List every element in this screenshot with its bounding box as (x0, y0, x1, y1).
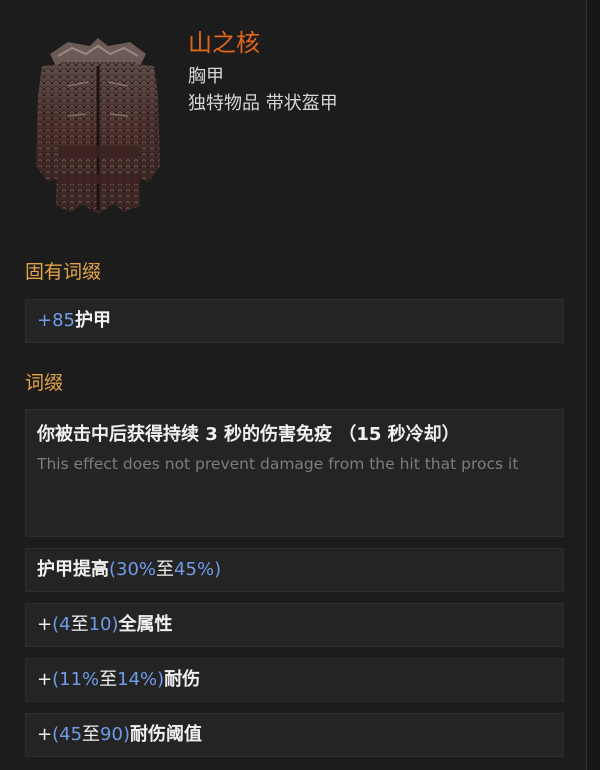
mod-max-value: 45% (174, 559, 215, 580)
mod-max-value: 90 (100, 724, 123, 745)
mod-range-word: 至 (70, 614, 89, 635)
implicit-mod-armour: +85 护甲 (25, 299, 564, 343)
mod-open-paren: ( (52, 614, 60, 635)
explicit-mod-stun-threshold: +(45 至 90) 耐伤阈值 (25, 713, 564, 757)
item-type: 独特物品 带状盔甲 (188, 93, 338, 114)
body-armour-icon (36, 38, 160, 214)
mod-max-value: 10 (88, 614, 112, 635)
mod-min-value: 4 (59, 614, 71, 635)
mod-prefix: + (37, 724, 53, 745)
mod-close-paren: ) (122, 724, 130, 745)
mod-suffix: 全属性 (118, 614, 173, 635)
explicit-mod-all-attributes: +(4 至 10) 全属性 (25, 603, 564, 647)
explicit-mod-immunity: 你被击中后获得持续 3 秒的伤害免疫 （15 秒冷却） This effect … (25, 409, 564, 537)
mod-range-word: 至 (156, 559, 175, 580)
mod-immunity-text: 你被击中后获得持续 3 秒的伤害免疫 （15 秒冷却） (37, 424, 460, 445)
item-tooltip-panel: 山之核 胸甲 独特物品 带状盔甲 固有词缀 +85 护甲 词缀 你被击中后获得持… (0, 0, 587, 770)
explicit-mod-armour-increase: 护甲提高(30% 至 45%) (25, 548, 564, 592)
mod-max-value: 14% (117, 669, 158, 690)
item-name: 山之核 (188, 29, 260, 57)
mod-text: 护甲 (75, 310, 111, 331)
mod-immunity-note: This effect does not prevent damage from… (37, 455, 519, 473)
mod-range-word: 至 (82, 724, 101, 745)
mod-close-paren: ) (214, 559, 222, 580)
explicit-section-title: 词缀 (25, 372, 64, 394)
mod-open-paren: ( (52, 724, 60, 745)
mod-open-paren: ( (109, 559, 117, 580)
mod-min-value: 11% (59, 669, 100, 690)
item-class: 胸甲 (188, 66, 224, 87)
mod-value: 85 (52, 310, 75, 331)
mod-min-value: 30% (116, 559, 157, 580)
mod-prefix: + (37, 614, 53, 635)
mod-open-paren: ( (52, 669, 60, 690)
implicit-section-title: 固有词缀 (25, 261, 102, 283)
mod-range-word: 至 (99, 669, 118, 690)
explicit-mod-stun-resist: +(11% 至 14%) 耐伤 (25, 658, 564, 702)
mod-suffix: 耐伤阈值 (129, 724, 202, 745)
mod-label: 护甲提高 (37, 559, 109, 580)
mod-prefix: + (37, 669, 53, 690)
scrollbar-track[interactable] (587, 0, 600, 770)
mod-close-paren: ) (157, 669, 165, 690)
mod-prefix: + (37, 310, 53, 331)
mod-suffix: 耐伤 (164, 669, 201, 690)
mod-close-paren: ) (111, 614, 119, 635)
mod-min-value: 45 (59, 724, 83, 745)
